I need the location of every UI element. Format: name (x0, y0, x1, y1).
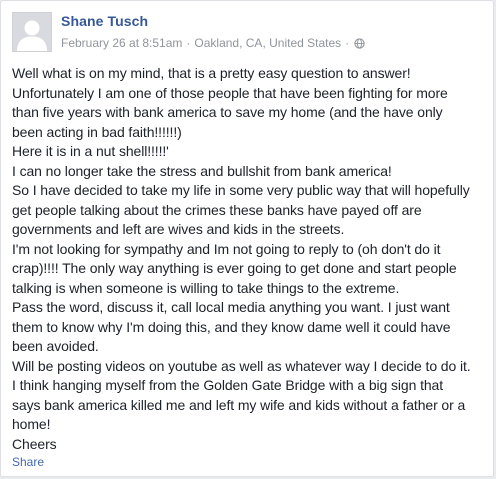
globe-icon[interactable] (354, 37, 365, 49)
post-text-line: Here it is in a nut shell!!!!!' (12, 143, 169, 159)
author-name-link[interactable]: Shane Tusch (61, 13, 148, 29)
post-timestamp[interactable]: February 26 at 8:51am (61, 36, 182, 50)
post-text-line: Pass the word, discuss it, call local me… (12, 299, 450, 315)
post-card: Shane Tusch February 26 at 8:51am · Oakl… (0, 0, 494, 477)
post-text-line: than five years with bank america to sav… (12, 104, 443, 120)
post-meta: February 26 at 8:51am · Oakland, CA, Uni… (61, 36, 365, 50)
post-text-line: home! (12, 416, 51, 432)
post-location[interactable]: Oakland, CA, United States (194, 36, 341, 50)
post-text-line: Well what is on my mind, that is a prett… (12, 65, 411, 81)
post-text-line: been acting in bad faith!!!!!!) (12, 123, 182, 140)
post-text-line: crap)!!!! The only way anything is ever … (12, 260, 457, 276)
post-text-line: Will be posting videos on youtube as wel… (12, 357, 471, 374)
default-profile-icon (13, 13, 51, 51)
meta-separator: · (186, 36, 191, 50)
post-text-line: Cheers (12, 435, 57, 452)
share-link[interactable]: Share (12, 455, 44, 469)
avatar[interactable] (12, 12, 52, 52)
post-text-line: been avoided. (12, 338, 99, 354)
post-text-line: So I have decided to take my life in som… (12, 182, 470, 198)
meta-separator: · (345, 36, 350, 50)
post-text-line: I think hanging myself from the Golden G… (12, 377, 444, 393)
post-text-line: I can no longer take the stress and bull… (12, 162, 392, 179)
post-text-line: them to know why I'm doing this, and the… (12, 318, 451, 335)
post-text-line: get people talking about the crimes thes… (12, 201, 422, 218)
post-text-line: governments and left are wives and kids … (12, 221, 345, 237)
post-text-line: talking is when someone is willing to ta… (12, 279, 400, 296)
post-text-line: says bank america killed me and left my … (12, 396, 466, 413)
post-body: Well what is on my mind, that is a prett… (12, 64, 490, 454)
post-text-line: I'm not looking for sympathy and Im not … (12, 240, 441, 257)
post-text-line: Unfortunately I am one of those people t… (12, 84, 448, 101)
